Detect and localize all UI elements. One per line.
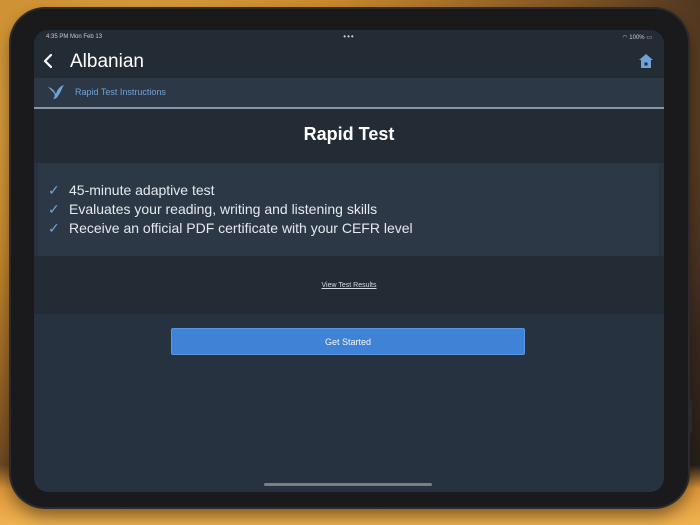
home-indicator[interactable] [264, 483, 432, 486]
battery-icon: ▭ [646, 35, 652, 41]
app-screen: 4:35 PM Mon Feb 13 ••• ◠ 100% ▭ Albanian [34, 30, 664, 492]
nav-bar: Albanian [34, 44, 664, 78]
checkmark-icon: ✓ [48, 200, 60, 217]
chevron-left-icon [43, 53, 53, 69]
results-section: View Test Results [34, 256, 664, 314]
section-header: Rapid Test Instructions [34, 78, 664, 109]
feature-list: ✓ 45-minute adaptive test ✓ Evaluates yo… [38, 163, 659, 256]
feature-item: ✓ Evaluates your reading, writing and li… [48, 199, 377, 218]
wifi-icon: ◠ [622, 35, 628, 41]
home-icon [639, 54, 653, 68]
status-time: 4:35 PM Mon Feb 13 [46, 34, 103, 40]
back-button[interactable] [42, 52, 56, 70]
nav-title: Albanian [70, 51, 144, 72]
feature-text: 45-minute adaptive test [69, 181, 215, 198]
feature-item: ✓ 45-minute adaptive test [48, 180, 215, 199]
feature-text: Receive an official PDF certificate with… [69, 219, 413, 236]
status-bar: 4:35 PM Mon Feb 13 ••• ◠ 100% ▭ [34, 30, 664, 44]
feature-item: ✓ Receive an official PDF certificate wi… [48, 218, 413, 237]
checkmark-icon: ✓ [48, 219, 60, 236]
page-title: Rapid Test [303, 124, 395, 144]
bird-icon [48, 85, 64, 99]
get-started-button[interactable]: Get Started [171, 328, 525, 355]
instructions-label: Rapid Test Instructions [75, 87, 166, 97]
tablet-device: 4:35 PM Mon Feb 13 ••• ◠ 100% ▭ Albanian [11, 9, 692, 507]
checkmark-icon: ✓ [48, 181, 60, 198]
feature-text: Evaluates your reading, writing and list… [69, 200, 378, 217]
title-section: Rapid Test [34, 109, 664, 163]
multitasking-dots[interactable]: ••• [343, 32, 354, 41]
status-right: ◠ 100% ▭ [622, 34, 652, 41]
home-button[interactable] [638, 53, 654, 69]
battery-level: 100% [629, 35, 645, 41]
view-test-results-link[interactable]: View Test Results [34, 282, 664, 289]
side-button [688, 399, 692, 433]
